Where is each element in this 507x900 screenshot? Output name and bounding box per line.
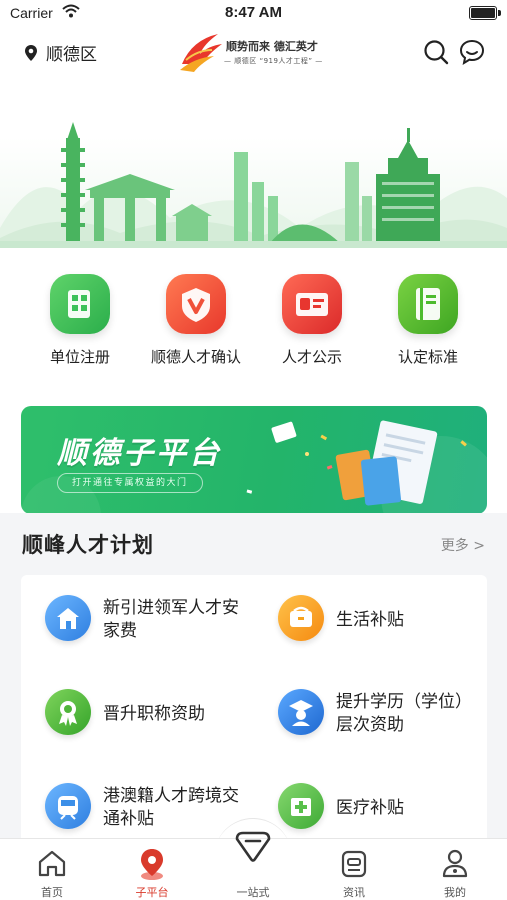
medical-icon (278, 783, 324, 829)
location-selector[interactable]: 顺德区 (24, 40, 97, 65)
plan-item-living-subsidy[interactable]: 生活补贴 (254, 575, 479, 655)
quick-entry-criteria[interactable]: 认定标准 (368, 274, 488, 367)
one-stop-icon (235, 831, 271, 862)
quick-entry-label: 人才公示 (281, 348, 342, 366)
quick-entry-talent-confirm[interactable]: 顺德人才确认 (136, 274, 256, 367)
tab-label: 资讯 (343, 886, 365, 899)
city-skyline-banner (0, 78, 507, 248)
v-badge-icon (166, 274, 226, 334)
tab-mine[interactable]: 我的 (405, 839, 505, 900)
quick-entry-unit-register[interactable]: 单位注册 (20, 274, 140, 367)
sub-platform-banner[interactable]: 顺德子平台 打开通往专属权益的大门 (21, 406, 487, 514)
location-pin-icon (141, 849, 163, 880)
tab-label: 我的 (444, 886, 466, 899)
quick-entry-talent-publicity[interactable]: 人才公示 (252, 274, 372, 367)
building-grid-icon (50, 274, 110, 334)
news-icon (341, 850, 367, 878)
plan-item-title-promotion[interactable]: 晋升职称资助 (21, 669, 246, 749)
plan-item-medical-subsidy[interactable]: 医疗补贴 (254, 763, 479, 843)
tab-label: 一站式 (236, 886, 270, 899)
logo-slogan: 顺势而来 德汇英才 (226, 40, 318, 53)
phoenix-logo-icon (180, 34, 222, 72)
train-icon (45, 783, 91, 829)
quick-entry-label: 顺德人才确认 (150, 348, 241, 366)
tab-home[interactable]: 首页 (2, 839, 102, 900)
award-ribbon-icon (45, 689, 91, 735)
house-icon (45, 595, 91, 641)
more-link[interactable]: 更多 > (441, 535, 485, 555)
skyline-illustration (0, 122, 507, 248)
plan-item-label: 港澳籍人才跨境交通补贴 (103, 786, 239, 829)
plan-item-label: 晋升职称资助 (103, 704, 205, 724)
plan-item-label: 新引进领军人才安家费 (103, 598, 239, 641)
plan-item-cross-border-transport[interactable]: 港澳籍人才跨境交通补贴 (21, 763, 246, 843)
section-header: 顺峰人才计划 更多 > (0, 513, 507, 575)
quick-entry-label: 认定标准 (397, 348, 458, 366)
talent-plan-card: 新引进领军人才安家费 生活补贴 晋升职称资助 提升学历（学位）层次资助 港澳籍人… (21, 575, 487, 845)
home-icon (38, 850, 66, 877)
plan-item-label: 提升学历（学位）层次资助 (336, 692, 472, 735)
battery-icon (469, 6, 501, 20)
plan-item-label: 医疗补贴 (336, 798, 404, 818)
plan-item-settle-allowance[interactable]: 新引进领军人才安家费 (21, 575, 246, 655)
status-bar: Carrier 8:47 AM (0, 0, 507, 28)
id-card-icon (282, 274, 342, 334)
user-icon (442, 849, 468, 878)
banner-subtitle: 打开通往专属权益的大门 (57, 473, 203, 493)
graduate-icon (278, 689, 324, 735)
location-label: 顺德区 (46, 45, 97, 65)
book-icon (398, 274, 458, 334)
tab-label: 首页 (41, 886, 63, 899)
section-title: 顺峰人才计划 (22, 533, 154, 557)
quick-entry-label: 单位注册 (49, 348, 110, 366)
location-pin-icon (25, 44, 37, 61)
bottom-tab-bar: 首页 子平台 一站式 资讯 我的 (0, 831, 507, 900)
chat-icon[interactable] (458, 38, 486, 66)
plan-item-label: 生活补贴 (336, 610, 404, 630)
tab-news[interactable]: 资讯 (304, 839, 404, 900)
tab-sub-platform[interactable]: 子平台 (102, 839, 202, 900)
app-header: 顺德区 顺势而来 德汇英才 — 顺德区 “919人才工程” — (0, 28, 507, 78)
plan-item-education-upgrade[interactable]: 提升学历（学位）层次资助 (254, 669, 479, 749)
quick-entry-grid: 单位注册 顺德人才确认 人才公示 认定标准 (0, 248, 507, 398)
tab-one-stop[interactable]: 一站式 (203, 831, 303, 900)
promo-area: 顺德子平台 打开通往专属权益的大门 (0, 398, 507, 514)
clock: 8:47 AM (225, 4, 282, 21)
wallet-icon (278, 595, 324, 641)
logo-subtitle: — 顺德区 “919人才工程” — (224, 57, 323, 65)
banner-title: 顺德子平台 (57, 436, 222, 471)
search-icon[interactable] (422, 38, 450, 66)
tab-label: 子平台 (135, 886, 169, 899)
brand-logo: 顺势而来 德汇英才 — 顺德区 “919人才工程” — (178, 30, 338, 74)
